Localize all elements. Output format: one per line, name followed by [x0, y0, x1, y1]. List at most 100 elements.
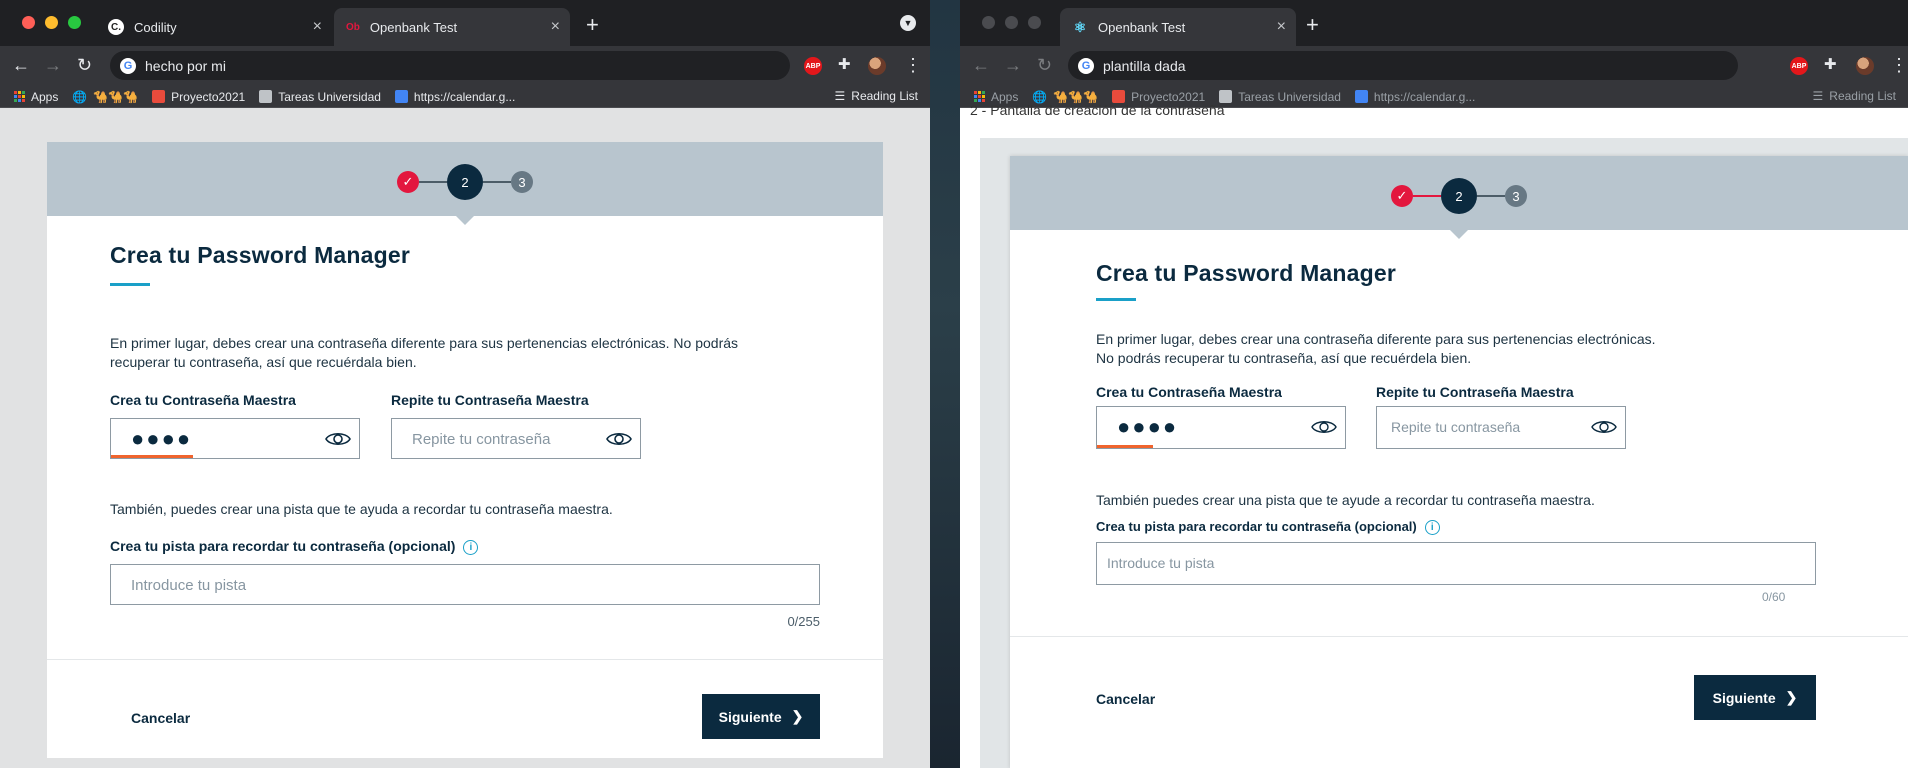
tab-search-icon[interactable]: ▼: [900, 15, 916, 31]
maximize-window-button[interactable]: [68, 16, 81, 29]
apps-grid-icon: [974, 91, 985, 102]
page-content: 2 - Pantalla de creación de la contraseñ…: [960, 102, 1908, 768]
info-icon[interactable]: i: [1424, 520, 1440, 536]
step-3-next: 3: [1505, 185, 1527, 207]
repeat-password-placeholder: Repite tu contraseña: [1391, 419, 1521, 435]
info-icon[interactable]: i: [463, 539, 479, 555]
show-password-eye-icon[interactable]: [1311, 418, 1337, 436]
hint-field[interactable]: Introduce tu pista: [110, 564, 820, 605]
window-controls: [22, 16, 81, 29]
next-button[interactable]: Siguiente ❯: [702, 694, 820, 739]
menu-icon[interactable]: ⋮: [1890, 55, 1908, 76]
bookmark-folder-icons[interactable]: 🌐 🐪🐪🐪: [72, 90, 138, 104]
hint-label-row: Crea tu pista para recordar tu contraseñ…: [1096, 519, 1440, 536]
bookmark-tareas[interactable]: Tareas Universidad: [1219, 90, 1341, 104]
forward-icon[interactable]: →: [44, 55, 62, 76]
footer-divider: [47, 659, 883, 660]
codility-favicon-icon: C.: [108, 19, 124, 35]
forward-icon[interactable]: →: [1004, 55, 1022, 76]
password-form-card: ✓ 2 3 Crea tu Password Manager En primer…: [47, 142, 883, 758]
hint-char-counter: 0/60: [1762, 590, 1786, 604]
tab-openbank[interactable]: Ob Openbank Test ×: [334, 8, 570, 46]
back-icon[interactable]: ←: [972, 55, 990, 76]
stepper-band: ✓ 2 3: [47, 142, 883, 225]
password-form-card: ✓ 2 3 Crea tu Password Manager En primer…: [1010, 156, 1908, 768]
extensions-icon[interactable]: ✚: [838, 55, 856, 73]
openbank-favicon-icon: Ob: [346, 21, 360, 33]
profile-avatar[interactable]: [868, 57, 886, 75]
tab-title: Codility: [134, 19, 177, 35]
hint-label-row: Crea tu pista para recordar tu contraseñ…: [110, 538, 479, 555]
repeat-password-placeholder: Repite tu contraseña: [412, 431, 551, 448]
step-connector: [483, 181, 511, 183]
reading-list-label: Reading List: [851, 89, 918, 103]
calendar-icon: [394, 90, 408, 103]
tab-codility[interactable]: C. Codility ×: [96, 8, 332, 46]
window-controls: [982, 16, 1041, 29]
close-window-button[interactable]: [22, 16, 35, 29]
profile-avatar[interactable]: [1856, 57, 1874, 75]
bookmark-favicon-icon: [259, 90, 273, 103]
password-field[interactable]: ●●●●: [1096, 406, 1346, 449]
browser-toolbar: ← → ↻ G plantilla dada ABP ✚ ⋮: [960, 46, 1908, 86]
step-3-next: 3: [511, 171, 533, 193]
new-tab-icon[interactable]: +: [1306, 12, 1319, 38]
repeat-password-field[interactable]: Repite tu contraseña: [1376, 406, 1626, 449]
chevron-right-icon: ❯: [1785, 689, 1798, 705]
close-tab-icon[interactable]: ×: [551, 18, 560, 36]
desktop-background: [930, 0, 960, 768]
back-icon[interactable]: ←: [12, 55, 30, 76]
maximize-window-button[interactable]: [1028, 16, 1041, 29]
repeat-password-field[interactable]: Repite tu contraseña: [391, 418, 641, 459]
new-tab-icon[interactable]: +: [586, 12, 599, 38]
show-password-eye-icon[interactable]: [325, 430, 351, 448]
extensions-icon[interactable]: ✚: [1824, 55, 1842, 73]
address-text: plantilla dada: [1103, 57, 1186, 74]
hint-label: Crea tu pista para recordar tu contraseñ…: [1096, 519, 1417, 534]
step-1-done: ✓: [1391, 185, 1413, 207]
bookmark-calendar[interactable]: https://calendar.g...: [1354, 90, 1475, 104]
adblock-icon[interactable]: ABP: [1790, 57, 1808, 75]
close-tab-icon[interactable]: ×: [1277, 18, 1286, 36]
next-button[interactable]: Siguiente ❯: [1694, 675, 1816, 720]
address-bar[interactable]: G plantilla dada: [1068, 51, 1738, 80]
bookmark-label: https://calendar.g...: [413, 89, 516, 104]
step-connector: [1413, 195, 1441, 197]
bookmark-favicon-icon: [152, 90, 166, 103]
reload-icon[interactable]: ↻: [1037, 55, 1052, 76]
step-connector: [1477, 195, 1505, 197]
react-favicon-icon: ⚛: [1073, 18, 1087, 35]
page-title: Crea tu Password Manager: [1096, 260, 1397, 286]
minimize-window-button[interactable]: [1005, 16, 1018, 29]
password-strength-bar: [1097, 445, 1153, 448]
bookmark-label: Tareas Universidad: [1238, 89, 1341, 104]
bookmark-label: Tareas Universidad: [278, 89, 381, 104]
reading-list[interactable]: ☰ Reading List: [835, 89, 918, 103]
bookmark-proyecto[interactable]: Proyecto2021: [152, 90, 245, 104]
reload-icon[interactable]: ↻: [77, 55, 92, 76]
step-1-done: ✓: [397, 171, 419, 193]
address-bar[interactable]: G hecho por mi: [110, 51, 790, 80]
cancel-button[interactable]: Cancelar: [131, 710, 190, 726]
cancel-button[interactable]: Cancelar: [1096, 691, 1155, 707]
show-password-eye-icon[interactable]: [606, 430, 632, 448]
repeat-password-label: Repite tu Contraseña Maestra: [391, 392, 589, 408]
password-field[interactable]: ●●●●: [110, 418, 360, 459]
minimize-window-button[interactable]: [45, 16, 58, 29]
tab-openbank[interactable]: ⚛ Openbank Test ×: [1060, 8, 1296, 46]
apps-grid-icon: [14, 91, 25, 102]
bookmark-apps[interactable]: Apps: [14, 90, 58, 104]
hint-label: Crea tu pista para recordar tu contraseñ…: [110, 538, 456, 554]
step-2-current: 2: [447, 164, 483, 200]
hint-field[interactable]: Introduce tu pista: [1096, 542, 1816, 585]
bookmark-calendar[interactable]: https://calendar.g...: [394, 89, 516, 104]
reading-list[interactable]: ☰ Reading List: [1813, 89, 1896, 103]
adblock-icon[interactable]: ABP: [804, 57, 822, 75]
close-tab-icon[interactable]: ×: [313, 18, 322, 36]
close-window-button[interactable]: [982, 16, 995, 29]
bookmark-tareas[interactable]: Tareas Universidad: [259, 90, 381, 104]
show-password-eye-icon[interactable]: [1591, 418, 1617, 436]
hint-intro-text: También puedes crear una pista que te ay…: [1096, 492, 1595, 508]
menu-icon[interactable]: ⋮: [904, 55, 922, 76]
footer-divider: [1010, 636, 1908, 637]
